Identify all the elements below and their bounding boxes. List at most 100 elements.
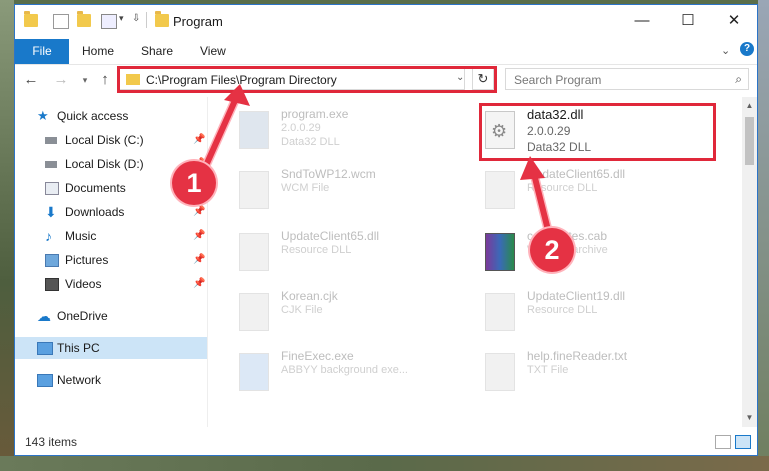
address-row: ← → ▾ ↑ C:\Program Files\Program Directo… <box>15 65 757 95</box>
pictures-icon <box>45 254 59 267</box>
sidebar-item-label: Downloads <box>65 205 125 219</box>
properties-icon[interactable] <box>53 14 69 29</box>
sidebar-item-label: Documents <box>65 181 126 195</box>
file-name: UpdateClient65.dll <box>527 167 626 181</box>
up-button[interactable]: ↑ <box>95 70 115 90</box>
ribbon: File Home Share View ⌄ ? <box>15 36 757 65</box>
file-icon <box>239 171 269 209</box>
file-item[interactable]: certificates.cab WinRAR archive <box>485 227 715 281</box>
new-folder-icon[interactable] <box>77 11 91 27</box>
sidebar-item-label: Local Disk (D:) <box>65 157 144 171</box>
pin-icon[interactable]: 📌 <box>193 249 205 271</box>
help-icon[interactable]: ? <box>740 42 754 56</box>
status-bar: 143 items <box>15 429 757 455</box>
file-description: Data32 DLL <box>281 136 340 148</box>
explorer-window: ▾ ⇩ Program — ☐ ✕ File Home Share View ⌄… <box>14 4 758 456</box>
file-item[interactable]: FineExec.exe ABBYY background exe... <box>239 347 469 401</box>
exe-file-icon <box>239 353 269 391</box>
file-item[interactable]: UpdateClient65.dll Resource DLL <box>485 165 715 219</box>
dll-gear-icon <box>239 233 269 271</box>
drive-icon <box>45 137 57 144</box>
title-separator <box>146 12 147 28</box>
search-placeholder: Search Program <box>514 73 602 87</box>
music-icon: ♪ <box>45 228 52 244</box>
file-name: program.exe <box>281 107 349 121</box>
sidebar-item-pictures[interactable]: Pictures 📌 <box>45 249 207 271</box>
file-item[interactable]: help.fineReader.txt TXT File <box>485 347 715 401</box>
item-count: 143 items <box>25 435 78 449</box>
tab-view[interactable]: View <box>200 39 226 64</box>
dll-gear-icon <box>485 293 515 331</box>
folder-icon <box>24 11 38 27</box>
file-name: Korean.cjk <box>281 289 338 303</box>
back-button[interactable]: ← <box>21 70 41 90</box>
tab-share[interactable]: Share <box>141 39 173 64</box>
file-item[interactable]: SndToWP12.wcm WCM File <box>239 165 469 219</box>
file-item[interactable]: Korean.cjk CJK File <box>239 287 469 341</box>
maximize-button[interactable]: ☐ <box>665 5 711 36</box>
download-icon: ⬇ <box>45 204 57 220</box>
pane-divider <box>207 97 208 427</box>
minimize-button[interactable]: — <box>619 5 665 36</box>
pin-icon[interactable]: 📌 <box>193 225 205 247</box>
file-name: UpdateClient65.dll <box>281 229 380 243</box>
chevron-down-icon[interactable]: ▾ <box>119 13 124 24</box>
title-bar: ▾ ⇩ Program — ☐ ✕ <box>15 5 757 36</box>
documents-icon <box>45 182 59 195</box>
view-options-icon[interactable] <box>101 14 117 29</box>
file-item[interactable]: UpdateClient19.dll Resource DLL <box>485 287 715 341</box>
recent-locations-icon[interactable]: ▾ <box>75 70 95 90</box>
scroll-up-icon[interactable]: ▲ <box>742 99 757 113</box>
file-type: Resource DLL <box>281 244 352 256</box>
navigation-pane: ★ Quick access Local Disk (C:) 📌 Local D… <box>15 97 207 427</box>
search-icon: ⌕ <box>735 72 742 86</box>
file-type: Resource DLL <box>527 304 598 316</box>
sidebar-item-label: Pictures <box>65 253 109 267</box>
scrollbar-thumb[interactable] <box>745 117 754 165</box>
file-type: Resource DLL <box>527 182 598 194</box>
sidebar-item-downloads[interactable]: ⬇ Downloads 📌 <box>45 201 207 223</box>
file-version: 2.0.0.29 <box>281 122 321 134</box>
customize-toolbar-icon[interactable]: ⇩ <box>132 13 140 24</box>
tab-file[interactable]: File <box>15 39 69 64</box>
file-highlight-box <box>479 103 716 161</box>
file-item[interactable]: UpdateClient65.dll Resource DLL <box>239 227 469 281</box>
desktop-background-right <box>758 0 769 471</box>
file-name: UpdateClient19.dll <box>527 289 626 303</box>
file-name: help.fineReader.txt <box>527 349 628 363</box>
scroll-down-icon[interactable]: ▼ <box>742 411 757 425</box>
close-button[interactable]: ✕ <box>711 5 757 36</box>
search-input[interactable]: Search Program ⌕ <box>505 68 749 90</box>
file-icon <box>239 293 269 331</box>
window-folder-icon <box>155 11 169 27</box>
computer-icon <box>37 342 53 355</box>
tab-home[interactable]: Home <box>82 39 114 64</box>
sidebar-item-label: Network <box>57 373 102 387</box>
file-name: SndToWP12.wcm <box>281 167 376 181</box>
archive-icon <box>485 233 515 271</box>
desktop-background-left <box>0 0 14 471</box>
pin-icon[interactable]: 📌 <box>193 273 205 295</box>
desktop-background-bottom <box>0 456 769 471</box>
sidebar-item-music[interactable]: ♪ Music 📌 <box>45 225 207 247</box>
file-item[interactable]: program.exe 2.0.0.29 Data32 DLL <box>239 105 469 159</box>
callout-2: 2 <box>530 228 574 272</box>
sidebar-item-label: Videos <box>65 277 102 291</box>
sidebar-item-videos[interactable]: Videos 📌 <box>45 273 207 295</box>
window-title: Program <box>173 14 223 29</box>
details-view-icon[interactable] <box>715 435 731 449</box>
exe-file-icon <box>239 111 269 149</box>
sidebar-item-label: Music <box>65 229 97 243</box>
expand-ribbon-icon[interactable]: ⌄ <box>721 44 730 57</box>
file-name: FineExec.exe <box>281 349 354 363</box>
sidebar-item-local-disk-c[interactable]: Local Disk (C:) 📌 <box>45 129 207 151</box>
callout-1: 1 <box>172 161 216 205</box>
file-type: CJK File <box>281 304 323 316</box>
file-type: ABBYY background exe... <box>281 364 408 376</box>
forward-button[interactable]: → <box>51 70 71 90</box>
sidebar-item-label: Quick access <box>57 109 129 123</box>
network-icon <box>37 374 53 387</box>
tiles-view-icon[interactable] <box>735 435 751 449</box>
pin-icon[interactable]: 📌 <box>193 129 205 151</box>
vertical-scrollbar[interactable]: ▲ ▼ <box>742 97 757 427</box>
